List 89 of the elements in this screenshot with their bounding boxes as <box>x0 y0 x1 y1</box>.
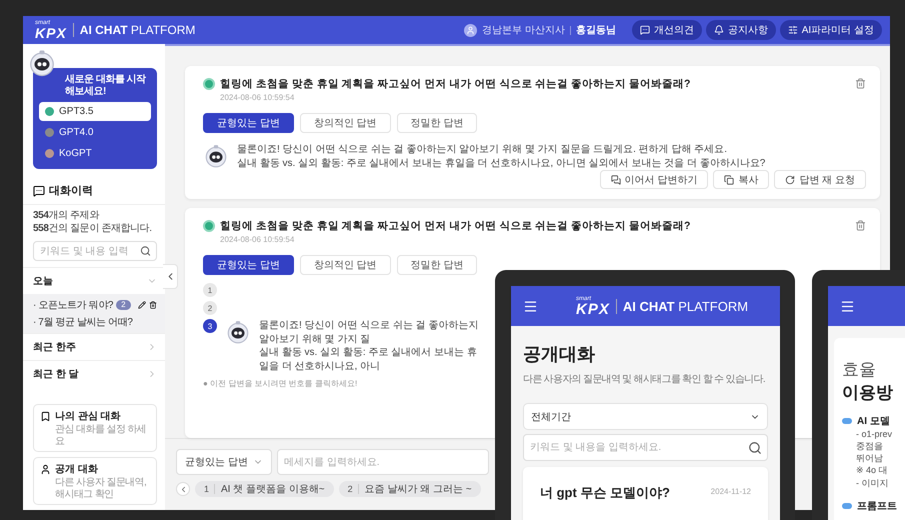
history-item[interactable]: · 7월 평균 날씨는 어때? <box>33 315 133 329</box>
section-heading: 프롬프트 <box>857 500 897 513</box>
card-date: 2024-11-12 <box>710 487 751 496</box>
bell-icon <box>714 25 724 35</box>
user-name: 홍길동님 <box>576 24 616 37</box>
section-heading: AI 모델 <box>857 415 890 428</box>
gpt-icon <box>203 78 215 90</box>
period-select[interactable]: 전체기간 <box>523 403 768 430</box>
chat-icon <box>33 184 45 196</box>
search-icon <box>748 440 762 454</box>
chat-icon <box>640 25 650 35</box>
collapse-button[interactable] <box>163 264 178 289</box>
menu-icon[interactable] <box>523 298 538 314</box>
hint-text: ● 이전 답변을 보시려면 번호를 클릭하세요! <box>203 378 358 389</box>
answer-text: 물론이죠! 당신이 어떤 식으로 쉬는 걸 좋아하는지 알아보기 위해 몇 가지 질문을 드릴게요. 편하게 답해 주세요. <box>237 143 728 156</box>
summary-text: 354개의 주제와 <box>33 210 100 222</box>
model-option[interactable]: GPT3.5 <box>39 102 151 121</box>
refresh-icon <box>785 174 796 184</box>
guide-title: 이용방 <box>842 382 894 404</box>
guide-text: 뛰어남 <box>856 452 883 464</box>
user-icon <box>40 464 51 474</box>
header-button[interactable]: 개선의견 <box>632 20 702 40</box>
answer-style-tab[interactable]: 균형있는 답변 <box>203 255 294 275</box>
page-title: 공개대화 <box>523 343 596 366</box>
history-group[interactable]: 최근 한 달 <box>23 360 165 387</box>
summary-text: 558건의 질문이 존재합니다. <box>33 222 153 235</box>
guide-text: - o1-prev <box>856 428 892 440</box>
guide-title: 효율 <box>842 359 877 381</box>
guide-text: - 이미지 <box>856 476 888 489</box>
version-button[interactable]: 3 <box>203 319 217 333</box>
toggle-icon <box>842 502 852 509</box>
prev-button[interactable] <box>176 482 190 496</box>
toggle-icon <box>842 418 852 424</box>
answer-style-tab[interactable]: 창의적인 답변 <box>300 255 391 275</box>
action-button[interactable]: 이어서 답변하기 <box>600 170 708 189</box>
gpt-icon <box>203 220 215 232</box>
style-select[interactable]: 균형있는 답변 <box>176 449 272 475</box>
search-icon <box>140 246 151 256</box>
copy-icon <box>724 174 734 184</box>
app-title: AI CHAT PLATFORM <box>72 23 196 37</box>
answer-text: 실내 활동 vs. 실외 활동: 주로 실내에서 보내는 휴일을 더 선호하시나요, 아니면 실외에서 보내는 것을 더 좋아하시나요? <box>237 156 766 170</box>
card-title: 너 gpt 무슨 모델이야? <box>540 484 670 502</box>
guide-text: ※ 4o 대 <box>856 464 888 477</box>
shortcut-card[interactable]: 공개 대화 다른 사용자 질문내역, 해시태그 확인 <box>33 457 157 505</box>
shortcut-card[interactable]: 나의 관심 대화 관심 대화를 설정 하세요 <box>33 404 157 452</box>
app-title: AI CHAT PLATFORM <box>616 298 748 314</box>
answer-text: 실내 활동 vs. 실외 활동: 주로 실내에서 보내는 휴일을 더 선호하시나요, 아니 <box>259 346 478 373</box>
search-field[interactable]: 키워드 및 내용 입력 <box>33 241 157 261</box>
shortcut-subtitle: 다른 사용자 질문내역, 해시태그 확인 <box>54 477 148 500</box>
page-subtitle: 다른 사용자의 질문내역 및 해시태그를 확인 할 수 있습니다. <box>523 373 766 386</box>
new-chat-title: 새로운 대화를 시작해보세요! <box>64 74 147 97</box>
version-button[interactable]: 2 <box>203 301 217 315</box>
robot-icon <box>27 48 57 78</box>
recent-question-chip[interactable]: 2 요즘 날씨가 왜 그러는 ~ <box>338 481 481 497</box>
question-date: 2024-08-06 10:59:54 <box>219 93 296 102</box>
bookmark-icon <box>40 410 51 422</box>
menu-icon[interactable] <box>840 298 855 314</box>
robot-icon <box>203 143 229 169</box>
recent-question-chip[interactable]: 1 AI 챗 플랫폼을 이용해~ <box>195 481 334 497</box>
history-title: 대화이력 <box>49 184 93 198</box>
history-group[interactable]: 최근 한주 <box>23 333 165 360</box>
header-button[interactable]: 공지사항 <box>706 20 776 40</box>
answer-style-tab[interactable]: 창의적인 답변 <box>300 113 391 133</box>
answer-style-tab[interactable]: 정밀한 답변 <box>396 113 478 133</box>
question-text: 힐링에 초첨을 맞춘 휴일 계획을 짜고싶어 먼저 내가 어떤 식으로 쉬는걸 좋아하는지 물어봐줄래? <box>220 219 690 233</box>
user-avatar-icon <box>464 24 477 36</box>
answer-style-tab[interactable]: 균형있는 답변 <box>203 113 294 133</box>
user-org: 경남본부 마산지사 <box>482 24 565 37</box>
model-option[interactable]: GPT4.0 <box>39 123 151 142</box>
header-button[interactable]: AI파라미터 설정 <box>780 20 882 40</box>
count-badge: 2 <box>116 300 131 310</box>
question-date: 2024-08-06 10:59:54 <box>219 235 296 244</box>
robot-icon <box>225 319 251 345</box>
trash-icon[interactable] <box>149 301 157 309</box>
message-field[interactable]: 메세지를 입력하세요. <box>277 449 489 475</box>
history-item[interactable]: · 오픈노트가 뭐야? <box>33 298 114 312</box>
sliders-icon <box>788 25 798 35</box>
question-text: 힐링에 초첨을 맞춘 휴일 계획을 짜고싶어 먼저 내가 어떤 식으로 쉬는걸 좋아하는지 물어봐줄래? <box>220 77 690 91</box>
answer-style-tab[interactable]: 정밀한 답변 <box>396 255 478 275</box>
search-field[interactable]: 키워드 및 내용을 입력하세요. <box>523 434 768 461</box>
shortcut-subtitle: 관심 대화를 설정 하세요 <box>54 424 148 447</box>
action-button[interactable]: 복사 <box>713 170 770 189</box>
version-button[interactable]: 1 <box>203 283 217 297</box>
model-option[interactable]: KoGPT <box>39 144 151 163</box>
edit-icon[interactable] <box>138 301 146 309</box>
guide-text: 중점을 <box>856 440 883 452</box>
action-button[interactable]: 답변 재 요청 <box>774 170 866 189</box>
chat-icon <box>610 174 621 184</box>
answer-text: 물론이죠! 당신이 어떤 식으로 쉬는 걸 좋아하는지 알아보기 위해 몇 가지 질 <box>259 319 479 346</box>
